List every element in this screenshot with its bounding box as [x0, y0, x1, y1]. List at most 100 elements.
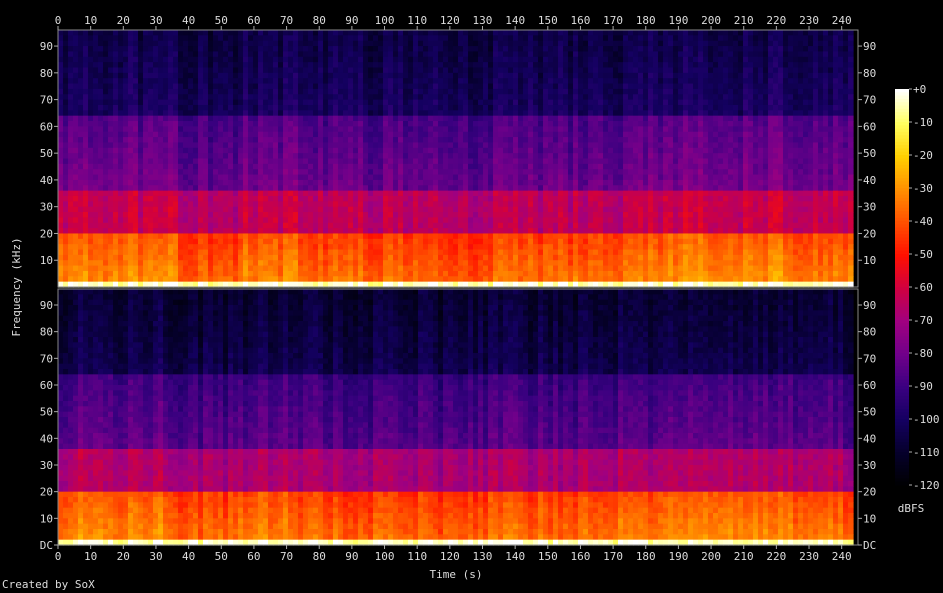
spectrogram-cell	[263, 249, 269, 256]
spectrogram-cell	[343, 163, 349, 170]
spectrogram-cell	[308, 185, 314, 192]
spectrogram-cell	[68, 206, 74, 213]
spectrogram-cell	[128, 131, 134, 138]
spectrogram-cell	[268, 212, 274, 218]
spectrogram-cell	[108, 40, 114, 47]
spectrogram-cell	[508, 163, 514, 170]
spectrogram-cell	[173, 276, 179, 283]
spectrogram-cell	[518, 276, 524, 283]
spectrogram-cell	[123, 137, 129, 144]
spectrogram-cell	[568, 260, 574, 267]
spectrogram-cell	[58, 212, 64, 218]
spectrogram-cell	[478, 110, 484, 117]
spectrogram-cell	[308, 206, 314, 213]
spectrogram-cell	[93, 56, 99, 63]
spectrogram-cell	[423, 206, 429, 213]
spectrogram-cell	[573, 265, 579, 272]
spectrogram-cell	[533, 265, 539, 272]
spectrogram-cell	[398, 35, 404, 42]
spectrogram-cell	[378, 195, 384, 202]
spectrogram-cell	[298, 276, 304, 283]
spectrogram-cell	[443, 56, 449, 63]
spectrogram-cell	[198, 270, 204, 277]
spectrogram-cell	[318, 212, 324, 218]
spectrogram-cell	[408, 126, 414, 133]
spectrogram-cell	[193, 212, 199, 218]
spectrogram-cell	[303, 174, 309, 181]
spectrogram-cell	[78, 179, 84, 186]
spectrogram-cell	[118, 35, 124, 42]
spectrogram-cell	[538, 40, 544, 47]
spectrogram-cell	[158, 67, 164, 74]
spectrogram-cell	[518, 179, 524, 186]
spectrogram-cell	[483, 201, 489, 208]
spectrogram-cell	[428, 233, 434, 240]
spectrogram-cell	[448, 217, 454, 224]
spectrogram-cell	[383, 228, 389, 235]
spectrogram-cell	[268, 99, 274, 106]
spectrogram-cell	[108, 222, 114, 229]
spectrogram-cell	[73, 62, 79, 69]
spectrogram-cell	[283, 99, 289, 106]
spectrogram-cell	[273, 201, 279, 208]
spectrogram-cell	[173, 265, 179, 272]
spectrogram-cell	[468, 254, 474, 261]
spectrogram-cell	[353, 228, 359, 235]
spectrogram-cell	[158, 201, 164, 208]
spectrogram-cell	[103, 94, 109, 101]
spectrogram-cell	[258, 212, 264, 218]
spectrogram-cell	[463, 244, 469, 251]
spectrogram-cell	[158, 222, 164, 229]
spectrogram-cell	[108, 195, 114, 202]
spectrogram-cell	[353, 62, 359, 69]
spectrogram-cell	[383, 83, 389, 90]
spectrogram-cell	[143, 254, 149, 261]
spectrogram-cell	[278, 30, 284, 36]
spectrogram-cell	[323, 35, 329, 42]
spectrogram-cell	[308, 147, 314, 154]
spectrogram-cell	[323, 99, 329, 106]
spectrogram-cell	[163, 249, 169, 256]
spectrogram-cell	[428, 126, 434, 133]
spectrogram-cell	[498, 153, 504, 160]
spectrogram-cell	[163, 174, 169, 181]
spectrogram-cell	[78, 185, 84, 192]
spectrogram-cell	[543, 72, 549, 79]
spectrogram-cell	[323, 228, 329, 235]
spectrogram-cell	[73, 51, 79, 58]
spectrogram-cell	[483, 147, 489, 154]
spectrogram-cell	[273, 179, 279, 186]
spectrogram-cell	[418, 206, 424, 213]
spectrogram-cell	[523, 217, 529, 224]
spectrogram-cell	[368, 212, 374, 218]
spectrogram-cell	[318, 228, 324, 235]
spectrogram-cell	[353, 147, 359, 154]
spectrogram-cell	[488, 94, 494, 101]
spectrogram-cell	[338, 228, 344, 235]
spectrogram-cell	[443, 83, 449, 90]
spectrogram-cell	[128, 228, 134, 235]
spectrogram-cell	[308, 217, 314, 224]
spectrogram-cell	[288, 30, 294, 36]
spectrogram-cell	[318, 83, 324, 90]
spectrogram-cell	[143, 201, 149, 208]
spectrogram-cell	[463, 265, 469, 272]
spectrogram-cell	[113, 88, 119, 95]
spectrogram-cell	[83, 179, 89, 186]
spectrogram-cell	[378, 67, 384, 74]
spectrogram-cell	[188, 78, 194, 85]
spectrogram-cell	[288, 67, 294, 74]
spectrogram-cell	[483, 51, 489, 58]
spectrogram-cell	[538, 110, 544, 117]
spectrogram-cell	[78, 195, 84, 202]
spectrogram-cell	[478, 228, 484, 235]
spectrogram-cell	[413, 62, 419, 69]
spectrogram-cell	[433, 83, 439, 90]
spectrogram-cell	[153, 121, 159, 127]
spectrogram-cell	[503, 35, 509, 42]
spectrogram-cell	[528, 260, 534, 267]
spectrogram-cell	[258, 147, 264, 154]
spectrogram-cell	[383, 238, 389, 245]
spectrogram-cell	[213, 270, 219, 277]
spectrogram-cell	[163, 222, 169, 229]
